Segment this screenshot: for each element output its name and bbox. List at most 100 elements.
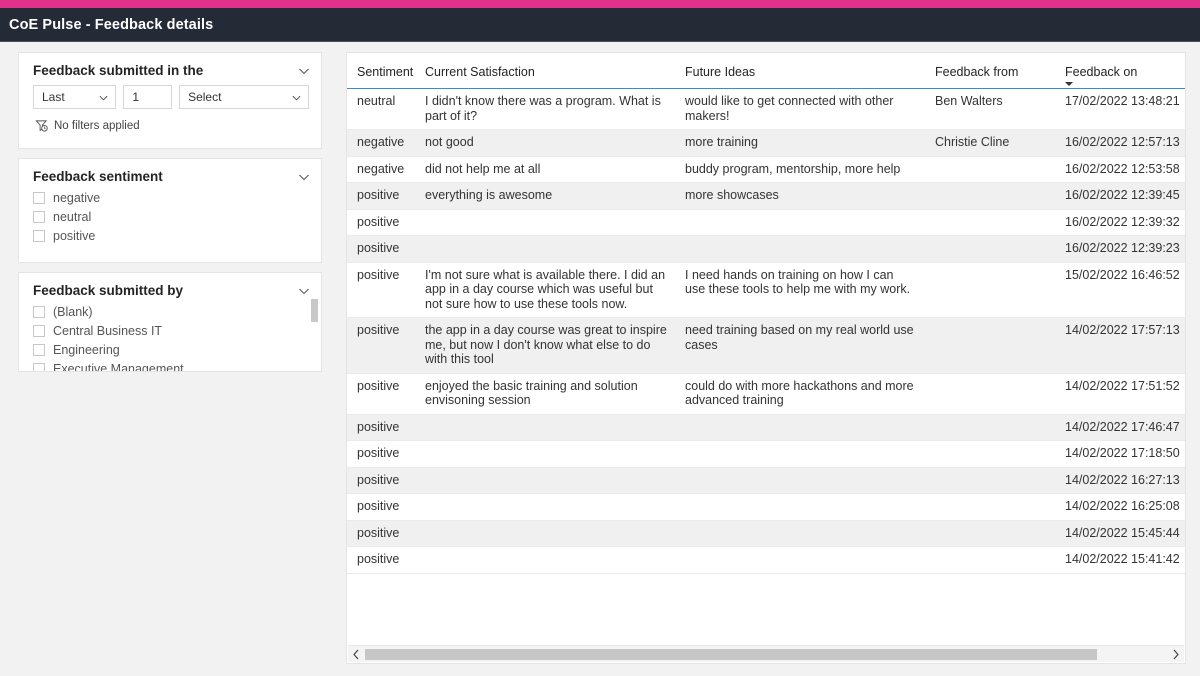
- cell-sentiment: positive: [347, 262, 415, 318]
- horizontal-scrollbar-track[interactable]: [365, 648, 1167, 660]
- feedback-table-panel: Sentiment Current Satisfaction Future Id…: [346, 52, 1186, 664]
- horizontal-scrollbar[interactable]: [348, 645, 1184, 662]
- cell-from: [925, 414, 1055, 441]
- cell-future: would like to get connected with other m…: [675, 88, 925, 130]
- cell-future: [675, 209, 925, 236]
- cell-sentiment: positive: [347, 235, 415, 263]
- cell-current: [415, 209, 675, 236]
- cell-from: [925, 546, 1055, 574]
- cell-current: I didn't know there was a program. What …: [415, 88, 675, 130]
- filter-header-relative-date: Feedback submitted in the: [19, 53, 321, 80]
- sentiment-option-neutral[interactable]: neutral: [33, 207, 321, 226]
- cell-current: enjoyed the basic training and solution …: [415, 373, 675, 415]
- chevron-down-icon[interactable]: [297, 64, 311, 78]
- relative-date-count-input[interactable]: 1: [123, 85, 173, 109]
- table-header-row: Sentiment Current Satisfaction Future Id…: [347, 53, 1185, 89]
- filter-title-relative-date: Feedback submitted in the: [33, 63, 204, 78]
- cell-on: 16/02/2022 12:53:58: [1055, 156, 1185, 183]
- cell-on: 15/02/2022 16:46:52: [1055, 262, 1185, 318]
- table-row[interactable]: positive I'm not sure what is available t…: [347, 262, 1185, 318]
- checkbox-icon[interactable]: [33, 229, 45, 242]
- cell-sentiment: negative: [347, 129, 415, 157]
- cell-from: [925, 373, 1055, 415]
- cell-current: [415, 467, 675, 494]
- cell-sentiment: positive: [347, 440, 415, 468]
- cell-from: [925, 440, 1055, 468]
- checkbox-icon[interactable]: [33, 362, 45, 371]
- brand-accent-stripe: [0, 0, 1200, 8]
- column-header-current-satisfaction[interactable]: Current Satisfaction: [415, 53, 675, 89]
- chevron-down-icon[interactable]: [297, 284, 311, 298]
- submitted-by-option-label: (Blank): [53, 304, 93, 319]
- table-row[interactable]: neutral I didn't know there was a program…: [347, 88, 1185, 130]
- cell-current: I'm not sure what is available there. I …: [415, 262, 675, 318]
- relative-date-operator-dropdown[interactable]: Last: [33, 85, 117, 109]
- sentiment-option-positive[interactable]: positive: [33, 226, 321, 245]
- checkbox-icon[interactable]: [33, 191, 45, 204]
- relative-date-controls: Last 1 Select: [19, 80, 321, 109]
- table-row[interactable]: positive enjoyed the basic training and s…: [347, 373, 1185, 415]
- cell-on: 14/02/2022 17:46:47: [1055, 414, 1185, 441]
- checkbox-icon[interactable]: [33, 343, 45, 356]
- chevron-down-icon: [291, 92, 302, 103]
- column-header-label: Current Satisfaction: [425, 65, 535, 79]
- table-row[interactable]: positive 14/02/2022 16:25:08: [347, 493, 1185, 521]
- feedback-table-body: neutral I didn't know there was a program…: [347, 88, 1185, 574]
- sort-descending-icon: [1065, 82, 1073, 86]
- submitted-by-option-engineering[interactable]: Engineering: [33, 340, 321, 359]
- table-row[interactable]: positive 14/02/2022 16:27:13: [347, 467, 1185, 494]
- table-row[interactable]: positive 14/02/2022 15:45:44: [347, 520, 1185, 547]
- submitted-by-option-blank[interactable]: (Blank): [33, 302, 321, 321]
- sentiment-option-label: positive: [53, 228, 96, 243]
- table-row[interactable]: positive everything is awesome more showca…: [347, 182, 1185, 210]
- cell-current: [415, 493, 675, 521]
- column-header-feedback-from[interactable]: Feedback from: [925, 53, 1055, 89]
- submitted-by-scrollbar[interactable]: [311, 299, 318, 369]
- cell-current: [415, 440, 675, 468]
- cell-on: 17/02/2022 13:48:21: [1055, 88, 1185, 130]
- filter-pane: Feedback submitted in the Last 1 Select: [18, 52, 322, 381]
- scrollbar-thumb[interactable]: [311, 299, 318, 322]
- cell-current: [415, 414, 675, 441]
- table-row[interactable]: positive 16/02/2022 12:39:32: [347, 209, 1185, 236]
- cell-on: 14/02/2022 15:45:44: [1055, 520, 1185, 547]
- cell-sentiment: negative: [347, 156, 415, 183]
- cell-current: [415, 520, 675, 547]
- column-header-sentiment[interactable]: Sentiment: [347, 53, 415, 89]
- table-row[interactable]: positive 14/02/2022 15:41:42: [347, 546, 1185, 574]
- cell-from: [925, 209, 1055, 236]
- filter-status-relative-date: No filters applied: [19, 109, 321, 132]
- table-row[interactable]: positive the app in a day course was grea…: [347, 317, 1185, 374]
- table-row[interactable]: positive 14/02/2022 17:18:50: [347, 440, 1185, 468]
- relative-date-unit-value: Select: [188, 90, 222, 104]
- checkbox-icon[interactable]: [33, 210, 45, 223]
- relative-date-unit-dropdown[interactable]: Select: [179, 85, 309, 109]
- submitted-by-option-central-business-it[interactable]: Central Business IT: [33, 321, 321, 340]
- cell-sentiment: positive: [347, 317, 415, 374]
- chevron-down-icon[interactable]: [297, 170, 311, 184]
- cell-on: 14/02/2022 15:41:42: [1055, 546, 1185, 574]
- chevron-right-icon[interactable]: [1167, 646, 1184, 663]
- table-row[interactable]: positive 16/02/2022 12:39:23: [347, 235, 1185, 263]
- table-row[interactable]: negative not good more training Christie Cl…: [347, 129, 1185, 157]
- cell-sentiment: positive: [347, 182, 415, 210]
- table-row[interactable]: negative did not help me at all buddy prog…: [347, 156, 1185, 183]
- cell-future: [675, 520, 925, 547]
- horizontal-scrollbar-thumb[interactable]: [365, 648, 1097, 660]
- sentiment-option-negative[interactable]: negative: [33, 188, 321, 207]
- column-header-feedback-on[interactable]: Feedback on: [1055, 53, 1185, 89]
- submitted-by-option-executive-management[interactable]: Executive Management: [33, 359, 321, 371]
- cell-future: [675, 440, 925, 468]
- cell-from: [925, 467, 1055, 494]
- table-row[interactable]: positive 14/02/2022 17:46:47: [347, 414, 1185, 441]
- checkbox-icon[interactable]: [33, 324, 45, 337]
- cell-current: the app in a day course was great to ins…: [415, 317, 675, 374]
- column-header-future-ideas[interactable]: Future Ideas: [675, 53, 925, 89]
- chevron-left-icon[interactable]: [348, 646, 365, 663]
- checkbox-icon[interactable]: [33, 305, 45, 318]
- cell-from: [925, 182, 1055, 210]
- cell-future: more showcases: [675, 182, 925, 210]
- cell-current: [415, 235, 675, 263]
- filter-card-relative-date: Feedback submitted in the Last 1 Select: [18, 52, 322, 149]
- cell-sentiment: positive: [347, 209, 415, 236]
